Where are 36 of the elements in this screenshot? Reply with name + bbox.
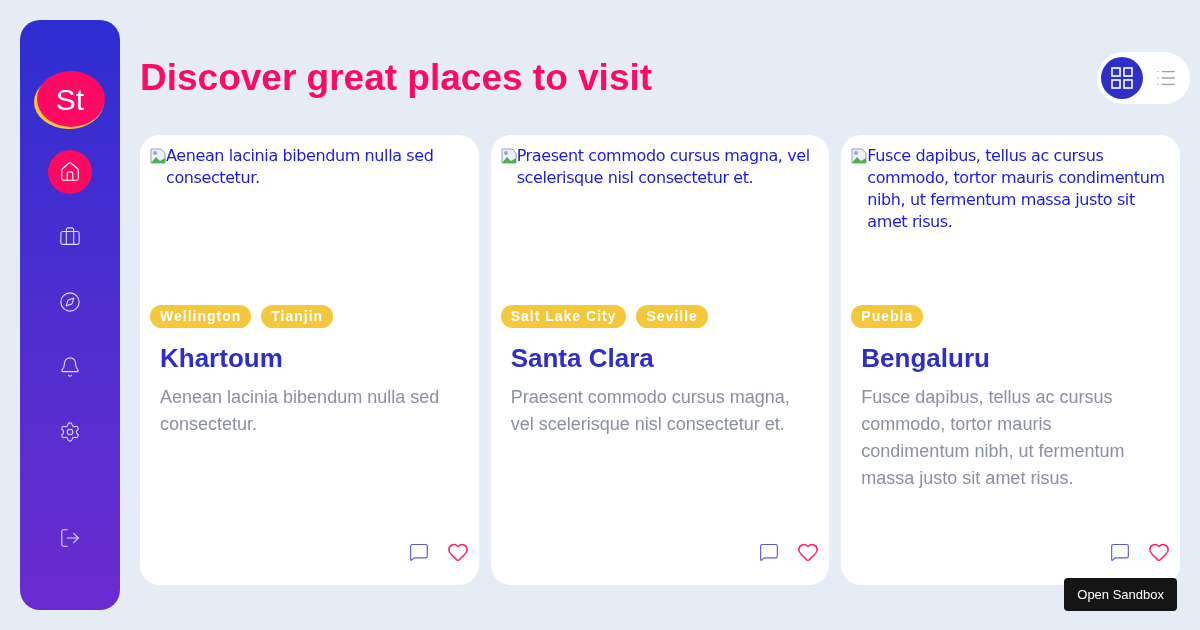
image-alt-text: Praesent commodo cursus magna, vel scelerisque nisl consectetur et. [516, 145, 811, 189]
card-title: Bengaluru [860, 342, 991, 375]
briefcase-icon [59, 226, 81, 248]
logout-icon [59, 527, 81, 549]
logo-text: St [55, 82, 85, 118]
heart-icon[interactable] [797, 541, 820, 563]
comment-icon[interactable] [1110, 542, 1130, 562]
card-description: Fusce dapibus, tellus ac cursus commodo, tortor mauris condimentum nibh, ut fermentum massa justo sit amet risus. [860, 386, 1126, 490]
comment-icon[interactable] [408, 542, 429, 562]
image-alt-text: Fusce dapibus, tellus ac cursus commodo, tortor mauris condimentum nibh, ut fermentum massa justo sit amet risus. [867, 145, 1166, 233]
card-description: Praesent commodo cursus magna, vel scelerisque nisl consectetur et. [509, 386, 791, 436]
home-icon [59, 161, 81, 183]
card-title: Khartoum [159, 342, 284, 375]
page-title: Discover great places to visit [140, 56, 653, 100]
broken-image-icon [851, 148, 868, 164]
card-description: Aenean lacinia bibendum nulla sed consectetur. [159, 386, 441, 436]
heart-icon[interactable] [446, 541, 469, 563]
nav-button[interactable] [48, 150, 92, 194]
city-tag: Seville [636, 305, 708, 328]
broken-image-icon [500, 148, 517, 164]
city-tag: Puebla [851, 305, 924, 328]
heart-icon[interactable] [1148, 541, 1170, 563]
city-tag: Wellington [150, 305, 252, 328]
grid-view-button[interactable] [1101, 57, 1143, 99]
image-alt-text: Aenean lacinia bibendum nulla sed consectetur. [166, 145, 435, 189]
logo-blob-icon [34, 70, 106, 130]
comment-icon[interactable] [759, 542, 780, 562]
settings-icon [59, 421, 81, 443]
grid-icon [1111, 67, 1133, 89]
card-title: Santa Clara [509, 342, 655, 375]
broken-image-icon [150, 148, 166, 164]
city-tag: Tianjin [261, 305, 334, 328]
city-tag: Salt Lake City [500, 305, 627, 328]
bell-icon [59, 356, 81, 378]
open-sandbox-button[interactable]: Open Sandbox [1064, 578, 1177, 611]
compass-icon [59, 291, 81, 313]
